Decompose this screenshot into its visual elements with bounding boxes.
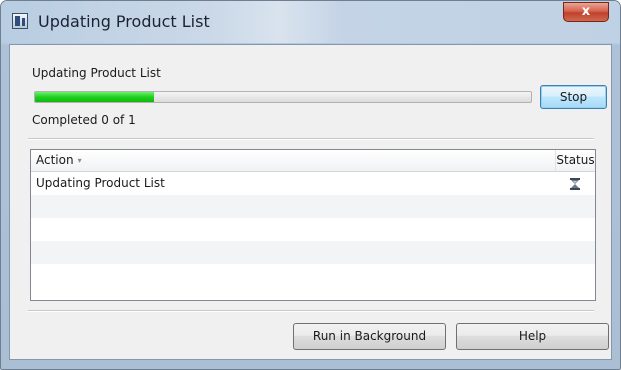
table-cell-action: Updating Product List <box>36 176 165 190</box>
action-list[interactable]: Action ▾ Status Updating Product List <box>30 149 596 301</box>
help-button[interactable]: Help <box>456 323 609 350</box>
table-row[interactable]: Updating Product List <box>31 172 595 195</box>
dialog-body: Updating Product List Stop Completed 0 o… <box>9 44 612 360</box>
table-row[interactable] <box>31 241 595 264</box>
hourglass-icon <box>570 178 580 190</box>
column-header-status[interactable]: Status <box>556 150 595 171</box>
progress-bar-fill <box>35 92 155 102</box>
top-separator <box>28 138 594 140</box>
app-icon <box>12 13 28 29</box>
progress-bar <box>34 91 532 103</box>
column-header-action[interactable]: Action ▾ <box>31 150 556 171</box>
dialog-window: Updating Product List x Updating Product… <box>0 0 621 370</box>
table-row[interactable] <box>31 195 595 218</box>
stop-button[interactable]: Stop <box>540 85 607 109</box>
progress-status-text: Completed 0 of 1 <box>32 113 136 127</box>
window-title: Updating Product List <box>38 12 210 31</box>
run-in-background-button[interactable]: Run in Background <box>293 323 446 350</box>
table-row[interactable] <box>31 264 595 287</box>
bottom-separator <box>28 310 594 312</box>
sort-indicator-icon: ▾ <box>77 156 82 165</box>
close-button[interactable]: x <box>563 2 609 22</box>
title-bar[interactable]: Updating Product List x <box>1 1 620 43</box>
progress-label: Updating Product List <box>32 66 161 80</box>
table-header: Action ▾ Status <box>31 150 595 172</box>
table-row[interactable] <box>31 218 595 241</box>
column-header-action-label: Action <box>36 153 74 167</box>
